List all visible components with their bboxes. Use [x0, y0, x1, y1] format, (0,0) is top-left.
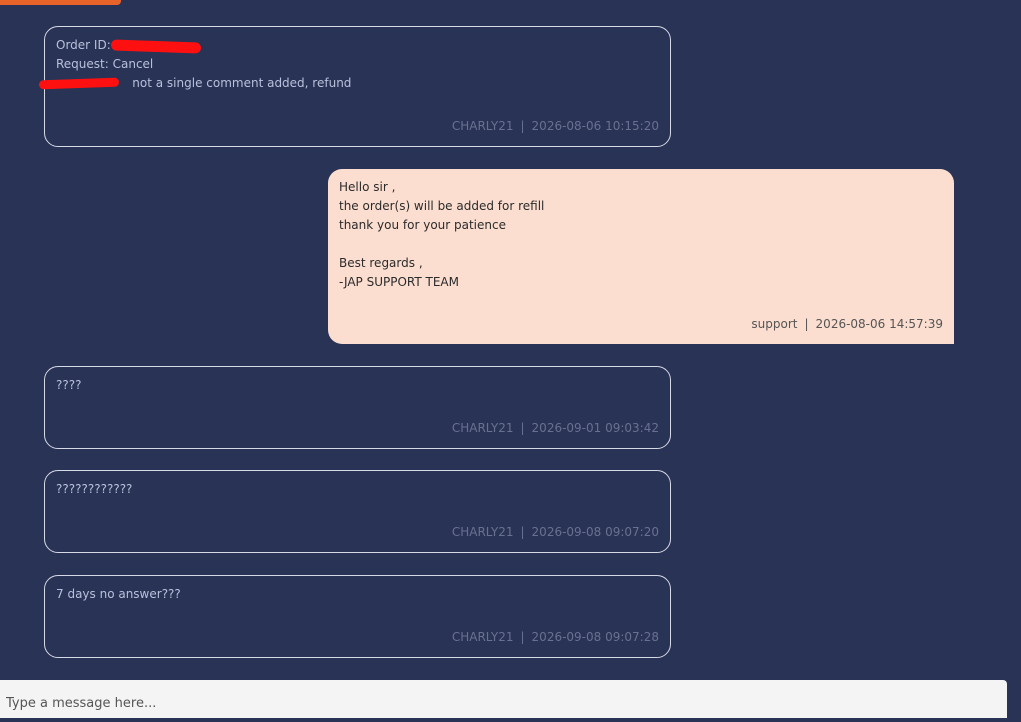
message-line: 7 days no answer???: [56, 587, 181, 601]
message-author: CHARLY21: [451, 421, 514, 435]
message-bubble-client: ???????????? CHARLY21 | 2026-09-08 09:07:2…: [44, 470, 671, 553]
meta-separator: |: [520, 119, 525, 133]
message-timestamp: 2026-08-06 10:15:20: [531, 119, 659, 133]
message-timestamp: 2026-09-08 09:07:20: [531, 525, 659, 539]
message-author: CHARLY21: [451, 119, 514, 133]
message-bubble-client: ???? CHARLY21 | 2026-09-01 09:03:42: [44, 366, 671, 449]
message-line: [339, 235, 943, 254]
message-meta: CHARLY21 | 2026-09-08 09:07:28: [452, 630, 659, 644]
message-meta: CHARLY21 | 2026-08-06 10:15:20: [452, 119, 659, 133]
message-author: CHARLY21: [451, 525, 514, 539]
message-meta: CHARLY21 | 2026-09-01 09:03:42: [452, 421, 659, 435]
message-timestamp: 2026-09-08 09:07:28: [531, 630, 659, 644]
message-line: the order(s) will be added for refill: [339, 199, 545, 213]
message-body: 7 days no answer???: [56, 585, 659, 604]
message-input[interactable]: [0, 680, 996, 722]
message-line: thank you for your patience: [339, 218, 506, 232]
meta-separator: |: [520, 525, 525, 539]
message-body: ????????????: [56, 480, 659, 499]
message-line: Best regards ,: [339, 256, 423, 270]
meta-separator: |: [520, 630, 525, 644]
message-meta: support | 2026-08-06 14:57:39: [751, 317, 943, 331]
message-bubble-staff: Hello sir , the order(s) will be added f…: [328, 169, 954, 344]
message-line-request: Request: Cancel: [56, 57, 154, 71]
message-composer: [0, 680, 1007, 722]
message-line: ????: [56, 378, 82, 392]
message-meta: CHARLY21 | 2026-09-08 09:07:20: [452, 525, 659, 539]
message-line-reason: not a single comment added, refund: [56, 76, 352, 90]
meta-separator: |: [804, 317, 809, 331]
top-accent-bar: [0, 0, 121, 5]
message-author: CHARLY21: [451, 630, 514, 644]
message-line: ????????????: [56, 482, 133, 496]
message-bubble-client: 7 days no answer??? CHARLY21 | 2026-09-08 …: [44, 575, 671, 658]
message-timestamp: 2026-09-01 09:03:42: [531, 421, 659, 435]
message-body: ????: [56, 376, 659, 395]
message-author: support: [751, 317, 798, 331]
meta-separator: |: [520, 421, 525, 435]
message-timestamp: 2026-08-06 14:57:39: [815, 317, 943, 331]
message-line: -JAP SUPPORT TEAM: [339, 275, 459, 289]
message-body: Hello sir , the order(s) will be added f…: [339, 178, 943, 292]
message-line: Hello sir ,: [339, 180, 396, 194]
